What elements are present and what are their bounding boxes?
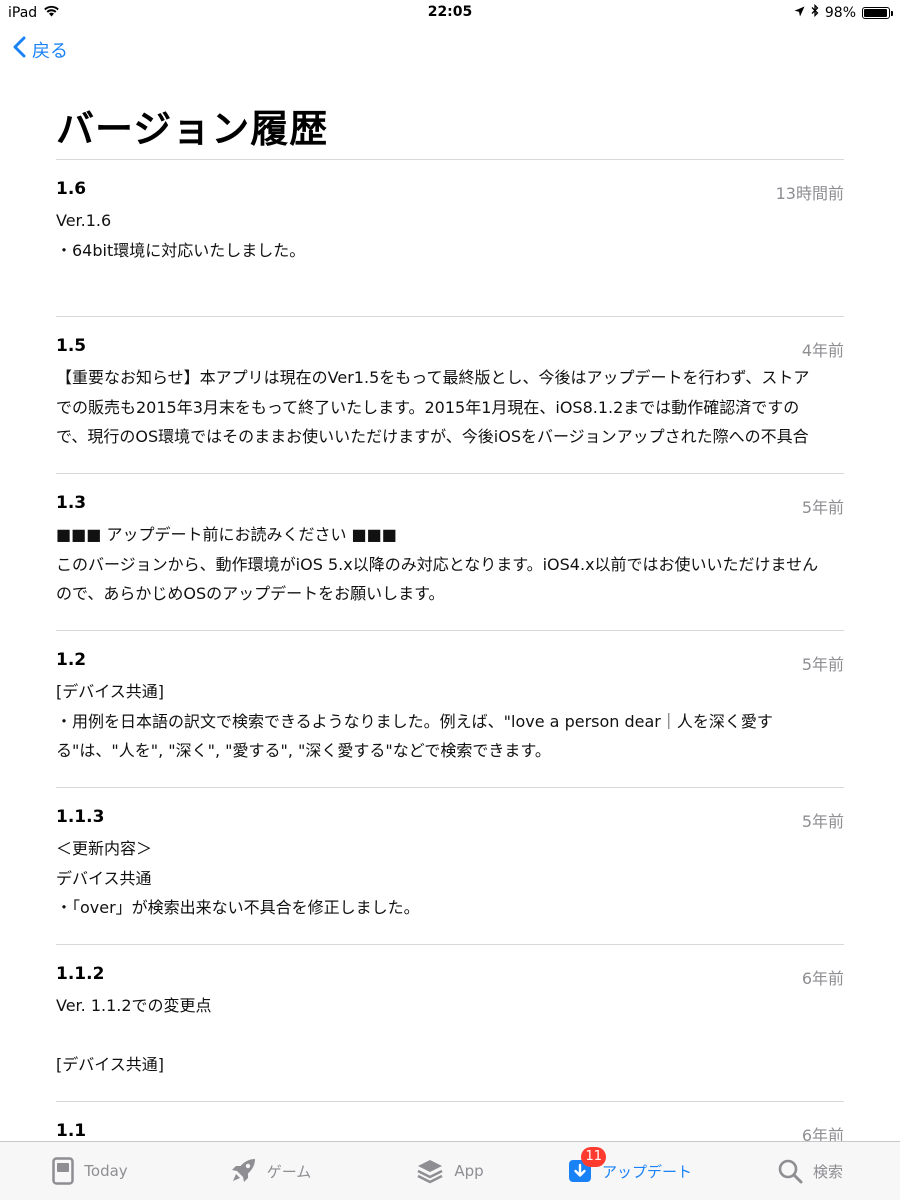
version-number: 1.1 xyxy=(56,1121,87,1141)
note-line: このバージョンから、動作環境がiOS 5.x以降のみ対応となります。iOS4.x… xyxy=(56,554,819,574)
note-line: で、現行のOS環境ではそのままお使いいただけますが、今後iOSをバージョンアップ… xyxy=(56,427,809,446)
note-line: Ver. 1.1.2での変更点 xyxy=(56,996,212,1015)
battery-icon xyxy=(862,6,893,19)
tab-label-today: Today xyxy=(84,1162,128,1180)
version-number: 1.6 xyxy=(56,179,87,199)
version-date: 5年前 xyxy=(801,655,844,674)
note-line: [デバイス共通] xyxy=(56,682,165,701)
bluetooth-icon xyxy=(811,3,819,21)
note-line: ・64bit環境に対応いたしました。 xyxy=(56,240,306,260)
version-notes: Ver.1.6 ・64bit環境に対応いたしました。 xyxy=(56,206,844,265)
chevron-left-icon xyxy=(12,36,26,63)
tab-label-search: 検索 xyxy=(812,1162,843,1181)
tab-label-apps: App xyxy=(454,1162,484,1180)
note-line: での販売も2015年3月末をもって終了いたします。2015年1月現在、iOS8.… xyxy=(56,397,800,417)
status-time: 22:05 xyxy=(427,4,473,20)
version-entry: 1.1.2 6年前 Ver. 1.1.2での変更点 [デバイス共通] xyxy=(56,944,844,1101)
version-notes: Ver. 1.1.2での変更点 [デバイス共通] xyxy=(56,991,844,1080)
today-icon xyxy=(52,1157,75,1185)
version-list: 1.6 13時間前 Ver.1.6 ・64bit環境に対応いたしました。 1.5 4年前【… xyxy=(56,159,844,1200)
status-bar: iPad 22:05 98% xyxy=(0,0,900,26)
note-line xyxy=(56,1021,844,1051)
tab-apps[interactable]: App xyxy=(360,1158,540,1184)
tab-games[interactable]: ゲーム xyxy=(180,1157,360,1185)
battery-percent: 98% xyxy=(824,4,856,21)
version-date: 5年前 xyxy=(801,498,844,517)
version-date: 13時間前 xyxy=(775,184,844,203)
note-line: ＜更新内容＞ xyxy=(56,839,153,858)
tab-bar: Today ゲーム App 11 アップデート 検索 xyxy=(0,1141,900,1200)
version-notes: 【重要なお知らせ】本アプリは現在のVer1.5をもって最終版とし、今後はアップデ… xyxy=(56,363,844,452)
updates-badge: 11 xyxy=(581,1147,606,1167)
tab-label-updates: アップデート xyxy=(601,1162,692,1181)
version-number: 1.5 xyxy=(56,336,87,356)
tab-today[interactable]: Today xyxy=(0,1157,180,1185)
version-number: 1.3 xyxy=(56,493,87,513)
tab-label-games: ゲーム xyxy=(266,1162,312,1181)
screen: iPad 22:05 98% 戻る バージョン履歴 1.6 13時間前 Ver.… xyxy=(0,0,900,1200)
back-button[interactable]: 戻る xyxy=(12,36,68,63)
location-arrow-icon xyxy=(794,5,805,21)
download-icon: 11 xyxy=(568,1147,606,1183)
version-notes: ■■■ アップデート前にお読みください ■■■ このバージョンから、動作環境がiO… xyxy=(56,520,844,609)
version-date: 6年前 xyxy=(801,969,844,988)
version-entry: 1.2 5年前 [デバイス共通] ・用例を日本語の訳文で検索できるようなりました。例え… xyxy=(56,630,844,787)
version-notes: ＜更新内容＞ デバイス共通・「over」が検索出来ない不具合を修正しました。 xyxy=(56,834,844,923)
battery-fill xyxy=(864,8,888,17)
note-line: [デバイス共通] xyxy=(56,1055,165,1074)
back-label: 戻る xyxy=(32,40,68,62)
note-line: ■■■ アップデート前にお読みください ■■■ xyxy=(56,525,397,544)
page-title: バージョン履歴 xyxy=(56,107,329,151)
note-line: 【重要なお知らせ】本アプリは現在のVer1.5をもって最終版とし、今後はアップデ… xyxy=(56,368,810,387)
version-number: 1.2 xyxy=(56,650,87,670)
version-entry: 1.3 5年前 ■■■ アップデート前にお読みください ■■■ このバージョンから、動… xyxy=(56,473,844,630)
tab-search[interactable]: 検索 xyxy=(720,1158,900,1184)
version-entry: 1.1.3 5年前 ＜更新内容＞ デバイス共通・「over」が検索出来ない不具合を修正… xyxy=(56,787,844,944)
version-entry: 1.5 4年前【重要なお知らせ】本アプリは現在のVer1.5をもって最終版とし、今… xyxy=(56,316,844,473)
note-line: Ver.1.6 xyxy=(56,211,112,230)
version-notes: [デバイス共通] ・用例を日本語の訳文で検索できるようなりました。例えば、"lov… xyxy=(56,677,844,766)
version-date: 4年前 xyxy=(801,341,844,360)
search-icon xyxy=(777,1158,803,1184)
version-date: 5年前 xyxy=(801,812,844,831)
version-entry: 1.6 13時間前 Ver.1.6 ・64bit環境に対応いたしました。 xyxy=(56,159,844,316)
version-number: 1.1.3 xyxy=(56,807,105,827)
note-line: ・「over」が検索出来ない不具合を修正しました。 xyxy=(56,898,420,917)
version-number: 1.1.2 xyxy=(56,964,105,984)
note-line: ・用例を日本語の訳文で検索できるようなりました。例えば、"love a pers… xyxy=(56,711,773,731)
rocket-icon xyxy=(229,1157,257,1185)
note-line: る"は、"人を", "深く", "愛する", "深く愛する"などで検索できます。 xyxy=(56,741,551,760)
tab-updates[interactable]: 11 アップデート xyxy=(540,1147,720,1183)
note-line: ので、あらかじめOSのアップデートをお願いします。 xyxy=(56,584,445,603)
status-right: 98% xyxy=(794,3,893,21)
note-line: デバイス共通 xyxy=(56,868,152,888)
app-stack-icon xyxy=(416,1158,444,1184)
